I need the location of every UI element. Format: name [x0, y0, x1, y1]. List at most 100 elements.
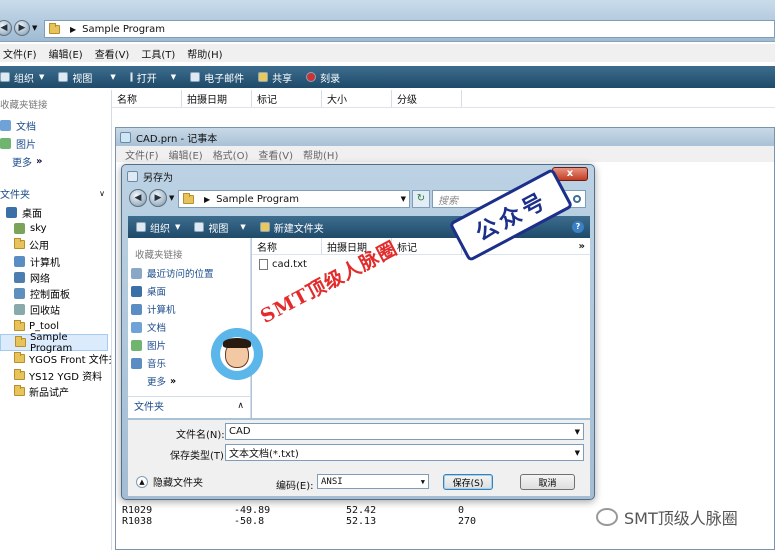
menu-edit[interactable]: 编辑(E)	[49, 46, 83, 61]
tree-item-new-product[interactable]: 新品试产	[0, 383, 111, 399]
dialog-column-tags[interactable]: 标记	[392, 238, 462, 254]
encoding-select[interactable]: ANSI ▼	[317, 474, 429, 489]
column-name[interactable]: 名称	[112, 90, 182, 107]
dialog-folders-toggle[interactable]: 文件夹 ∧	[128, 396, 250, 414]
back-button[interactable]: ◀	[0, 20, 12, 36]
mascot-badge	[211, 328, 263, 380]
recent-places-icon	[131, 267, 142, 279]
cancel-button[interactable]: 取消	[520, 474, 575, 490]
share-icon	[258, 72, 269, 82]
dialog-icon	[127, 170, 138, 182]
nav-item-recent-places[interactable]: 最近访问的位置	[131, 264, 214, 282]
notepad-menu-help[interactable]: 帮助(H)	[303, 147, 338, 162]
chevron-down-icon: ∨	[99, 189, 105, 198]
dialog-column-headers: 名称 拍摄日期 标记 »	[252, 238, 590, 255]
save-button[interactable]: 保存(S)	[443, 474, 493, 490]
tree-item-recycle-bin[interactable]: 回收站	[0, 302, 111, 318]
email-button[interactable]: 电子邮件	[190, 70, 244, 85]
folder-icon	[49, 22, 60, 34]
chevron-down-icon[interactable]: ▼	[398, 195, 409, 203]
chevron-down-icon[interactable]: ▼	[575, 428, 583, 436]
filetype-select[interactable]: 文本文档(*.txt) ▼	[225, 444, 584, 461]
nav-item-desktop[interactable]: 桌面	[131, 282, 214, 300]
breadcrumb: Sample Program	[82, 23, 166, 35]
dialog-address-field[interactable]: ▶ Sample Program ▼	[178, 190, 410, 208]
views-icon	[194, 222, 205, 232]
column-date[interactable]: 拍摄日期	[182, 90, 252, 107]
filename-label: 文件名(N):	[176, 430, 225, 441]
menu-view[interactable]: 查看(V)	[95, 46, 130, 61]
more-columns-icon[interactable]: »	[579, 241, 585, 252]
organize-button[interactable]: 组织 ▼	[0, 70, 44, 85]
file-item[interactable]: cad.txt	[259, 259, 590, 270]
notepad-menu-format[interactable]: 格式(O)	[213, 147, 249, 162]
tree-item-sky[interactable]: sky	[0, 220, 111, 236]
help-icon[interactable]: ?	[572, 221, 584, 233]
sidebar-item-documents[interactable]: 文档	[0, 117, 36, 133]
menu-tools[interactable]: 工具(T)	[141, 46, 175, 61]
computer-icon	[131, 303, 142, 315]
notepad-menu-file[interactable]: 文件(F)	[125, 147, 159, 162]
tree-item-public[interactable]: 公用	[0, 237, 111, 253]
dialog-organize-button[interactable]: 组织 ▼	[136, 220, 180, 235]
notepad-text-area[interactable]: R1029 -49.89 52.42 0 R1038 -50.8 52.13 270	[122, 505, 622, 527]
hide-folders-toggle[interactable]: ▲ 隐藏文件夹	[136, 474, 203, 489]
chat-icon	[596, 508, 618, 526]
refresh-button[interactable]: ↻	[412, 190, 430, 208]
share-button[interactable]: 共享	[258, 70, 292, 85]
pictures-icon	[0, 137, 11, 149]
folder-icon	[14, 368, 25, 380]
folders-header[interactable]: 文件夹 ∨	[0, 186, 111, 201]
column-tags[interactable]: 标记	[252, 90, 322, 107]
nav-item-documents[interactable]: 文档	[131, 318, 214, 336]
explorer-menu-bar: 文件(F) 编辑(E) 查看(V) 工具(T) 帮助(H)	[0, 44, 775, 62]
sidebar-item-pictures[interactable]: 图片	[0, 135, 36, 151]
text-line: R1038 -50.8 52.13 270	[122, 516, 477, 527]
dialog-back-button[interactable]: ◀	[129, 189, 147, 207]
dialog-views-button[interactable]: 视图 ▼	[194, 220, 246, 235]
nav-item-music[interactable]: 音乐	[131, 354, 214, 372]
dialog-file-list: 名称 拍摄日期 标记 » cad.txt	[252, 238, 590, 418]
nav-item-computer[interactable]: 计算机	[131, 300, 214, 318]
menu-file[interactable]: 文件(F)	[3, 46, 37, 61]
tree-item-computer[interactable]: 计算机	[0, 253, 111, 269]
address-field[interactable]: ▶ Sample Program	[44, 20, 775, 38]
tree-item-network[interactable]: 网络	[0, 269, 111, 285]
notepad-title-bar: CAD.prn - 记事本	[116, 128, 774, 146]
chevron-down-icon[interactable]: ▼	[169, 194, 174, 202]
column-size[interactable]: 大小	[322, 90, 392, 107]
menu-help[interactable]: 帮助(H)	[187, 46, 222, 61]
views-button[interactable]: 视图 ▼	[58, 70, 116, 85]
nav-item-more[interactable]: 更多»	[131, 372, 214, 390]
burn-button[interactable]: 刻录	[306, 70, 340, 85]
organize-icon	[0, 72, 10, 82]
notepad-menu-edit[interactable]: 编辑(E)	[169, 147, 203, 162]
filename-input[interactable]: CAD ▼	[225, 423, 584, 440]
computer-icon	[14, 255, 25, 267]
dialog-forward-button[interactable]: ▶	[149, 189, 167, 207]
views-icon	[58, 72, 69, 82]
open-button[interactable]: 打开 ▼	[129, 70, 176, 85]
refresh-icon: ↻	[416, 193, 426, 204]
burn-icon	[306, 72, 317, 82]
tree-item-ys12[interactable]: YS12 YGD 资料	[0, 367, 111, 383]
chevron-down-icon: ▼	[574, 448, 580, 457]
new-folder-button[interactable]: 新建文件夹	[259, 220, 324, 235]
tree-item-control-panel[interactable]: 控制面板	[0, 285, 111, 301]
nav-item-pictures[interactable]: 图片	[131, 336, 214, 354]
footer-watermark: SMT顶级人脉圈	[596, 505, 738, 529]
sidebar-item-more[interactable]: 更多»	[12, 153, 42, 169]
control-panel-icon	[14, 288, 25, 300]
notepad-menu-view[interactable]: 查看(V)	[258, 147, 293, 162]
chevron-down-icon[interactable]: ▼	[32, 24, 37, 32]
dialog-favorites-header: 收藏夹链接	[135, 250, 183, 261]
chevron-up-icon: ∧	[237, 400, 244, 411]
forward-button[interactable]: ▶	[14, 20, 30, 36]
tree-item-sample-program[interactable]: Sample Program	[0, 332, 108, 354]
desktop-icon	[6, 206, 17, 218]
tree-item-ygos-front[interactable]: YGOS Front 文件夹	[0, 351, 111, 367]
tree-item-desktop[interactable]: 桌面	[0, 204, 111, 220]
dialog-column-name[interactable]: 名称	[252, 238, 322, 254]
column-rating[interactable]: 分级	[392, 90, 462, 107]
search-icon	[573, 195, 581, 203]
